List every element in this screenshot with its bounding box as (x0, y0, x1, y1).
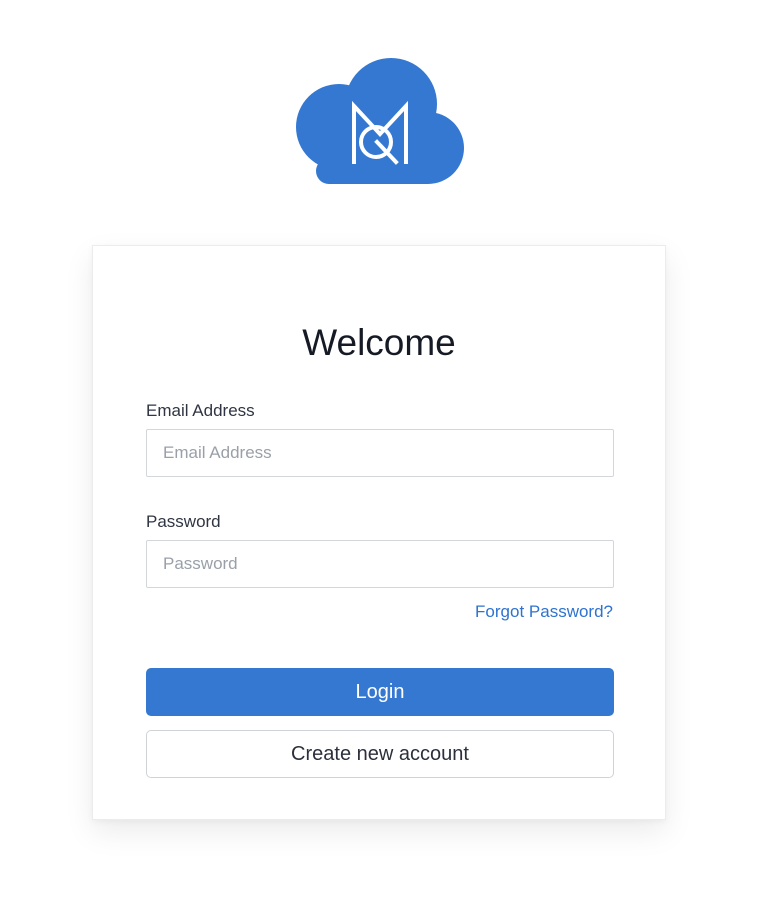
login-button[interactable]: Login (146, 668, 614, 716)
cloud-logo-svg (296, 58, 464, 184)
cloud-mq-logo-icon (296, 58, 464, 184)
login-card: Welcome Email Address Password Forgot Pa… (92, 245, 666, 820)
page-title: Welcome (302, 322, 456, 363)
email-label: Email Address (146, 401, 255, 420)
forgot-password-link[interactable]: Forgot Password? (475, 602, 613, 622)
password-label: Password (146, 512, 221, 531)
email-field[interactable] (146, 429, 614, 477)
login-page: Welcome Email Address Password Forgot Pa… (0, 0, 768, 903)
password-field[interactable] (146, 540, 614, 588)
create-account-button[interactable]: Create new account (146, 730, 614, 778)
